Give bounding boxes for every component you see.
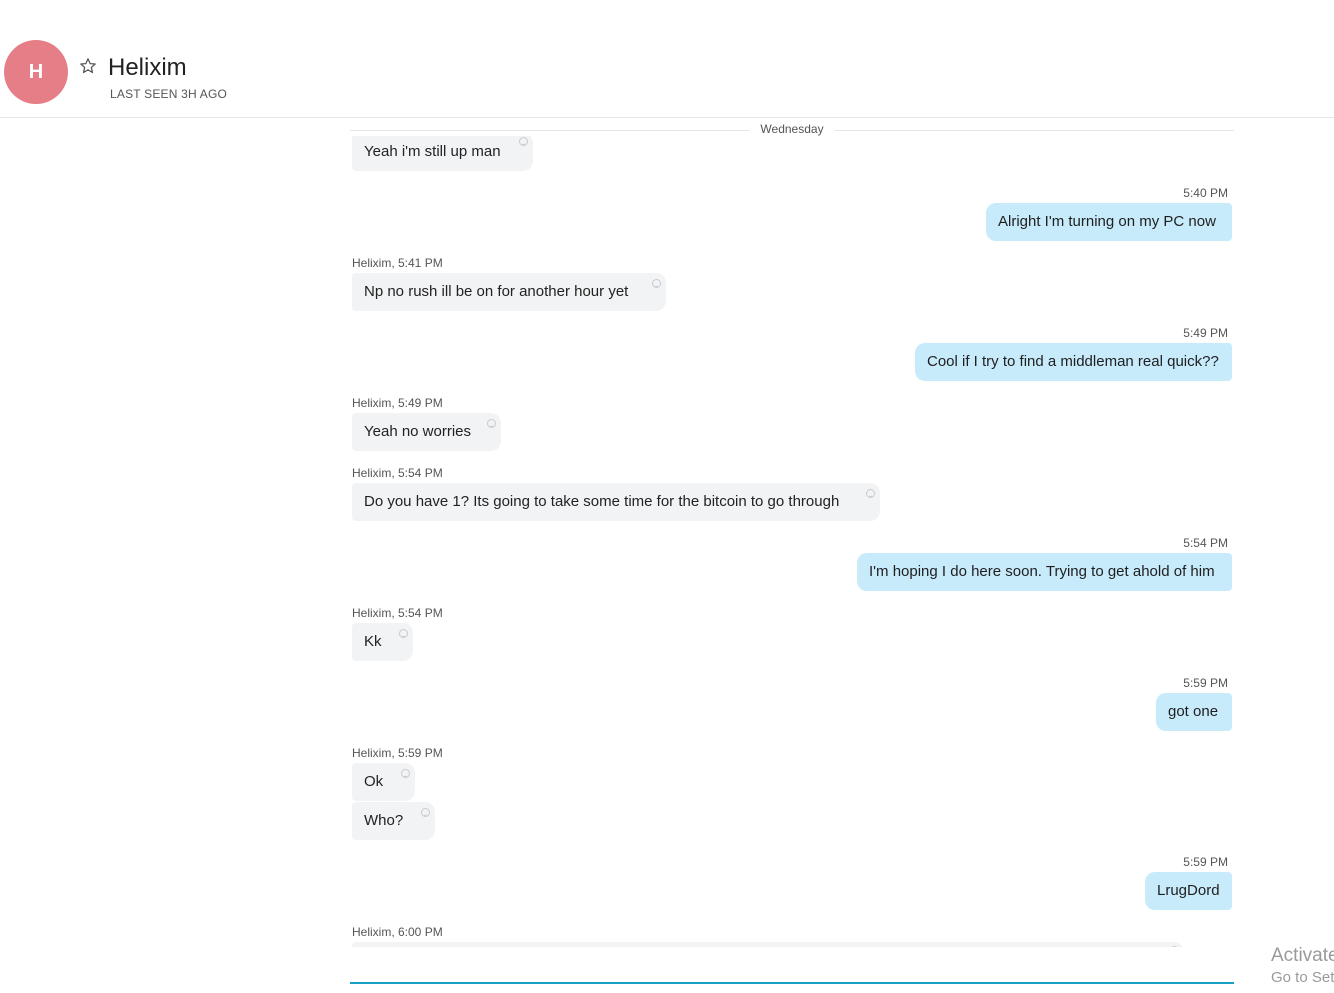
message-sender-time: Helixim, 5:59 PM (352, 746, 443, 760)
message-timestamp: 5:54 PM (1183, 536, 1228, 550)
react-emoji-icon[interactable] (652, 279, 661, 288)
compose-divider (350, 982, 1234, 984)
message-text: Yeah i'm still up man (364, 143, 501, 160)
contact-name[interactable]: Helixim (108, 54, 187, 82)
message-sender-time: Helixim, 5:54 PM (352, 466, 443, 480)
react-emoji-icon[interactable] (866, 489, 875, 498)
message-timestamp: 5:49 PM (1183, 326, 1228, 340)
chat-header: H Helixim LAST SEEN 3H AGO (0, 0, 1334, 118)
date-divider: Wednesday (749, 122, 835, 136)
message-bubble-incoming[interactable]: Ok (352, 763, 415, 801)
message-text: Cool if I try to find a middleman real q… (927, 353, 1219, 370)
message-text: got one (1168, 703, 1219, 720)
react-emoji-icon[interactable] (519, 137, 528, 146)
watermark-line-2: Go to Set (1271, 969, 1334, 986)
react-emoji-icon[interactable] (487, 419, 496, 428)
message-bubble-incoming[interactable]: Np no rush ill be on for another hour ye… (352, 273, 666, 311)
message-text: Np no rush ill be on for another hour ye… (364, 283, 629, 300)
message-text: I'm hoping I do here soon. Trying to get… (869, 563, 1215, 580)
watermark-line-1: Activate (1271, 945, 1334, 966)
message-text: Who? (364, 812, 404, 829)
message-bubble-outgoing[interactable]: I'm hoping I do here soon. Trying to get… (857, 553, 1232, 591)
message-sender-time: Helixim, 5:41 PM (352, 256, 443, 270)
react-emoji-icon[interactable] (399, 629, 408, 638)
message-timestamp: 5:59 PM (1183, 676, 1228, 690)
react-emoji-icon[interactable] (421, 808, 430, 817)
react-emoji-icon[interactable] (401, 769, 410, 778)
message-sender-time: Helixim, 5:49 PM (352, 396, 443, 410)
message-timestamp: 5:40 PM (1183, 186, 1228, 200)
message-bubble-incoming[interactable]: Yeah no worries (352, 413, 501, 451)
react-emoji-icon[interactable] (1170, 946, 1179, 947)
message-bubble-incoming[interactable]: Do you have 1? Its going to take some ti… (352, 483, 880, 521)
message-bubble-incoming[interactable] (352, 942, 1184, 947)
message-text: LrugDord (1157, 882, 1220, 899)
message-text: Alright I'm turning on my PC now (998, 213, 1216, 230)
message-bubble-outgoing[interactable]: Alright I'm turning on my PC now (986, 203, 1232, 241)
message-text: Kk (364, 633, 382, 650)
message-timestamp: 5:59 PM (1183, 855, 1228, 869)
message-list[interactable]: Yeah i'm still up man 5:40 PM Alright I'… (0, 136, 1334, 947)
message-text: Ok (364, 773, 384, 790)
message-bubble-outgoing[interactable]: LrugDord (1145, 872, 1232, 910)
last-seen-status: LAST SEEN 3H AGO (110, 87, 228, 101)
message-sender-time: Helixim, 5:54 PM (352, 606, 443, 620)
star-icon[interactable] (79, 57, 97, 75)
message-text: Do you have 1? Its going to take some ti… (364, 493, 840, 510)
message-bubble-incoming[interactable]: Yeah i'm still up man (352, 136, 533, 171)
avatar-initial: H (28, 60, 44, 83)
avatar[interactable]: H (4, 40, 68, 104)
message-bubble-outgoing[interactable]: got one (1156, 693, 1232, 731)
message-text: Yeah no worries (364, 423, 472, 440)
message-bubble-incoming[interactable]: Kk (352, 623, 413, 661)
message-bubble-outgoing[interactable]: Cool if I try to find a middleman real q… (915, 343, 1232, 381)
message-bubble-incoming[interactable]: Who? (352, 802, 435, 840)
windows-activation-watermark: Activate Go to Set (1271, 945, 1334, 986)
message-sender-time: Helixim, 6:00 PM (352, 925, 443, 939)
